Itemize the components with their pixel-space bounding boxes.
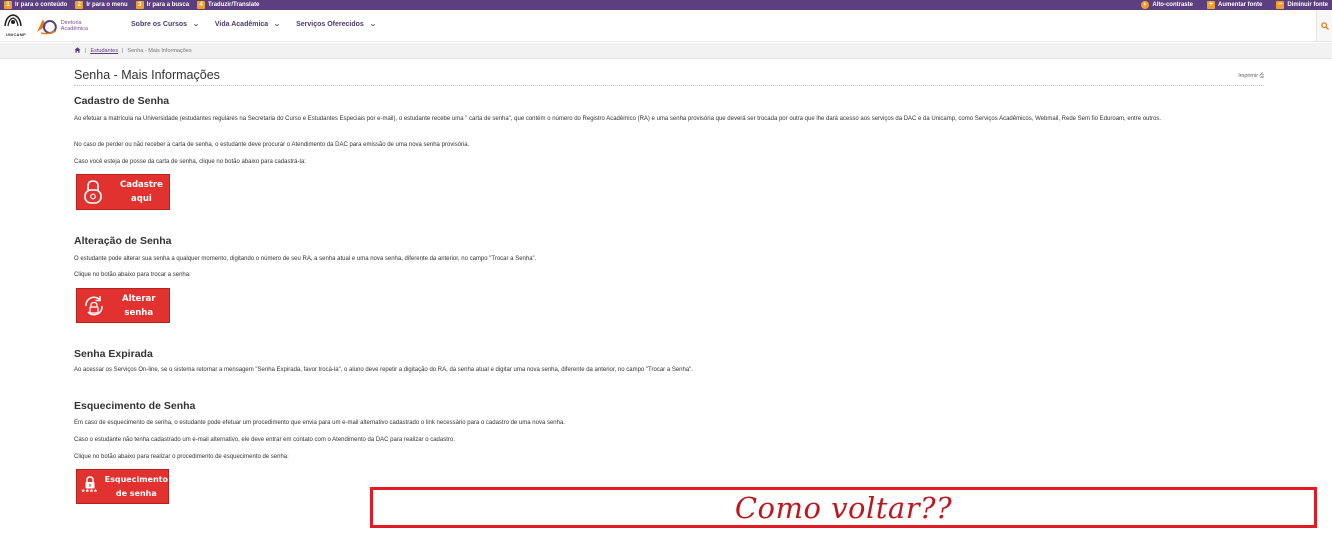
chevron-down-icon: ⌄ [368, 21, 377, 28]
nav-servicos-oferecidos[interactable]: Serviços Oferecidos ⌄ [296, 20, 377, 29]
contrast-icon: ◐ [1141, 1, 1150, 9]
increase-font-button[interactable]: + Aumentar fonte [1206, 1, 1263, 9]
skip-link-label: Traduzir/Translate [208, 2, 260, 8]
title-divider [74, 85, 1264, 86]
annotation-text: Como voltar?? [734, 490, 953, 525]
decrease-font-button[interactable]: − Diminuir fonte [1276, 1, 1328, 9]
breadcrumb-current: Senha - Mais Informações [127, 48, 192, 54]
printer-icon: ⎙ [1259, 73, 1264, 79]
skip-link-label: Ir para a busca [146, 2, 190, 8]
esquecimento-paragraph-1: Em caso de esquecimento de senha, o estu… [74, 420, 565, 426]
breadcrumb-link-estudantes[interactable]: Estudantes [90, 48, 118, 54]
esquecimento-paragraph-2: Caso o estudante não tenha cadastrado um… [74, 437, 455, 443]
skip-number-badge: 3 [135, 1, 144, 9]
alteracao-paragraph-1: O estudante pode alterar sua senha a qua… [74, 256, 537, 262]
cadastre-aqui-label: Cadastre aqui [120, 178, 163, 206]
skip-to-menu-link[interactable]: 2 Ir para o menu [75, 1, 128, 9]
dac-logo[interactable]: Diretoria Acadêmica [36, 14, 88, 38]
accessibility-tools: ◐ Alto-contraste + Aumentar fonte − Dimi… [1135, 1, 1328, 9]
alteracao-paragraph-2: Clique no botão abaixo para trocar a sen… [74, 272, 191, 278]
skip-number-badge: 2 [75, 1, 84, 9]
minus-icon: − [1276, 1, 1285, 9]
breadcrumb-separator: | [85, 48, 87, 54]
esquecimento-senha-button[interactable]: **** Esquecimento de senha [76, 469, 169, 504]
button-line-2: senha [124, 307, 154, 318]
nav-sobre-os-cursos[interactable]: Sobre os Cursos ⌄ [131, 20, 200, 29]
skip-to-content-link[interactable]: 1 Ir para o conteúdo [4, 1, 67, 9]
button-line-2: aqui [131, 194, 152, 204]
button-line-1: Cadastre [120, 180, 163, 190]
cadastro-paragraph-2: No caso de perder ou não receber a carta… [74, 142, 470, 148]
section-title-cadastro: Cadastro de Senha [74, 95, 170, 107]
cadastro-paragraph-3: Caso você esteja de posse da carta de se… [74, 159, 306, 165]
section-title-alteracao: Alteração de Senha [74, 235, 172, 247]
expirada-paragraph-1: Ao acessar os Serviços On-line, se o sis… [74, 367, 693, 373]
high-contrast-label: Alto-contraste [1152, 2, 1193, 8]
skip-link-label: Ir para o menu [86, 2, 128, 8]
dac-label-line2: Acadêmica [60, 26, 88, 32]
annotation-box: Como voltar?? [370, 487, 1317, 528]
search-button[interactable] [1316, 10, 1332, 41]
lock-stars-icon: **** [81, 476, 99, 497]
nav-label: Vida Acadêmica [214, 20, 269, 28]
search-icon [1320, 21, 1329, 30]
alterar-senha-label: Alterar senha [122, 292, 155, 320]
dac-wordmark: Diretoria Acadêmica [61, 20, 88, 32]
translate-link[interactable]: 4 Traduzir/Translate [197, 1, 259, 9]
breadcrumb-separator: | [121, 48, 124, 54]
decrease-font-label: Diminuir fonte [1287, 2, 1328, 8]
accessibility-bar: 1 Ir para o conteúdo 2 Ir para o menu 3 … [0, 0, 1332, 10]
chevron-down-icon: ⌄ [273, 21, 281, 28]
button-line-1: Esquecimento [104, 474, 168, 484]
high-contrast-button[interactable]: ◐ Alto-contraste [1141, 1, 1193, 9]
chevron-down-icon: ⌄ [192, 21, 200, 28]
unicamp-emblem-icon [4, 14, 22, 27]
increase-font-label: Aumentar fonte [1217, 2, 1263, 8]
section-title-expirada: Senha Expirada [74, 348, 153, 360]
page-title: Senha - Mais Informações [74, 68, 220, 82]
esquecimento-senha-label: Esquecimento de senha [105, 473, 168, 501]
button-line-1: Alterar [122, 293, 156, 304]
alterar-senha-button[interactable]: Alterar senha [76, 288, 170, 323]
skip-number-badge: 4 [197, 1, 206, 9]
esquecimento-paragraph-3: Clique no botão abaixo para realizar o p… [74, 454, 289, 460]
dac-emblem-icon [36, 19, 57, 35]
refresh-lock-icon [85, 295, 103, 315]
breadcrumb-bar: | Estudantes | Senha - Mais Informações [0, 43, 1332, 59]
print-label: Imprimir [1238, 73, 1259, 79]
section-title-esquecimento: Esquecimento de Senha [74, 400, 196, 412]
skip-to-search-link[interactable]: 3 Ir para a busca [135, 1, 190, 9]
padlock-icon [84, 180, 102, 204]
plus-icon: + [1206, 1, 1215, 9]
button-line-2: de senha [115, 488, 157, 498]
nav-vida-academica[interactable]: Vida Acadêmica ⌄ [214, 20, 281, 29]
cadastre-aqui-button[interactable]: Cadastre aqui [76, 174, 170, 210]
skip-links: 1 Ir para o conteúdo 2 Ir para o menu 3 … [4, 1, 259, 9]
skip-link-label: Ir para o conteúdo [15, 2, 68, 8]
nav-label: Serviços Oferecidos [296, 20, 364, 28]
main-nav: Sobre os Cursos ⌄ Vida Acadêmica ⌄ Servi… [131, 20, 377, 29]
cadastro-paragraph-1: Ao efetuar a matrícula na Universidade (… [74, 116, 1162, 122]
password-stars: **** [81, 488, 99, 497]
skip-number-badge: 1 [4, 1, 12, 9]
unicamp-wordmark: UNICAMP [5, 32, 27, 37]
site-header: UNICAMP Diretoria Acadêmica Sobre os Cur… [0, 10, 1332, 42]
print-link[interactable]: Imprimir ⎙ [1238, 73, 1264, 80]
home-icon[interactable] [74, 47, 81, 55]
breadcrumb: | Estudantes | Senha - Mais Informações [74, 47, 192, 55]
unicamp-logo[interactable]: UNICAMP [4, 12, 28, 40]
nav-label: Sobre os Cursos [131, 20, 188, 28]
